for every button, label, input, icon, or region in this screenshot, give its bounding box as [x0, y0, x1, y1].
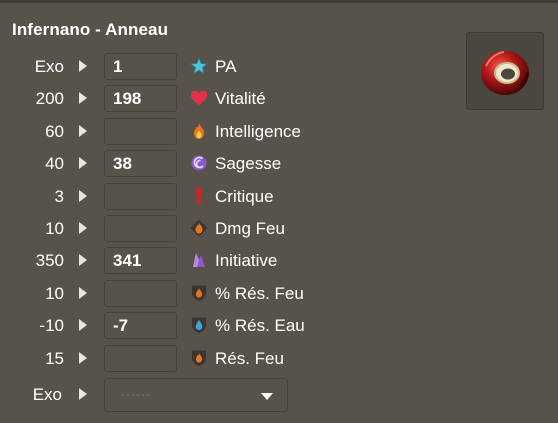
transfer-arrow-button[interactable]: [79, 319, 87, 332]
transfer-arrow-button[interactable]: [79, 157, 87, 170]
top-border: [0, 0, 558, 3]
exo-select[interactable]: ------: [104, 378, 288, 412]
exo-transfer-arrow-button[interactable]: [79, 388, 87, 400]
stat-label: Intelligence: [215, 121, 302, 141]
stat-row-pa: Exo PA: [0, 51, 460, 83]
stat-label: Dmg Feu: [215, 218, 285, 238]
transfer-arrow-button[interactable]: [79, 221, 87, 234]
item-title: Infernano - Anneau: [12, 20, 169, 39]
stat-label: Rés. Feu: [215, 348, 284, 368]
stat-row-intelligence: 60 Intelligence: [0, 116, 460, 148]
stat-base-value: 10: [45, 218, 64, 238]
pa-star-icon: [190, 57, 208, 75]
stat-row-vitality: 200 Vitalité: [0, 83, 460, 115]
stat-row-critical: 3 Critique: [0, 181, 460, 213]
fire-damage-icon: [190, 219, 208, 237]
stat-row-water-resistance-percent: -10 % Rés. Eau: [0, 310, 460, 342]
stats-list: Exo PA 200 Vitalité 60 Intelligence 40: [0, 51, 460, 375]
stat-row-wisdom: 40 Sagesse: [0, 148, 460, 180]
stat-label: Critique: [215, 186, 274, 206]
stat-base-value: 60: [45, 121, 64, 141]
intelligence-flame-icon: [190, 122, 208, 140]
stat-row-fire-resistance-percent: 10 % Rés. Feu: [0, 278, 460, 310]
fire-resistance-percent-icon: [190, 284, 208, 302]
exo-select-placeholder: ------: [121, 387, 151, 401]
stat-base-value: 15: [45, 348, 64, 368]
stat-base-value: 40: [45, 154, 64, 174]
transfer-arrow-button[interactable]: [79, 286, 87, 299]
transfer-arrow-button[interactable]: [79, 92, 87, 105]
vitality-heart-icon: [190, 89, 208, 107]
initiative-icon: [190, 251, 208, 269]
critical-exclamation-icon: [190, 187, 208, 205]
stat-base-value: 3: [54, 186, 64, 206]
stat-label: % Rés. Eau: [215, 316, 305, 336]
transfer-arrow-button[interactable]: [79, 60, 87, 72]
stat-base-value: 200: [35, 89, 64, 109]
stat-value-input[interactable]: [104, 85, 177, 113]
stat-label: Initiative: [215, 251, 278, 271]
stat-row-fire-damage: 10 Dmg Feu: [0, 213, 460, 245]
stat-base-value: Exo: [34, 57, 64, 76]
stat-value-input[interactable]: [104, 247, 177, 275]
transfer-arrow-button[interactable]: [79, 189, 87, 202]
stat-value-input[interactable]: [104, 182, 177, 210]
chevron-down-icon: [261, 393, 273, 400]
stat-label: Vitalité: [215, 89, 266, 109]
wisdom-swirl-icon: [190, 154, 208, 172]
item-image-frame: [466, 32, 544, 110]
stat-base-value: 350: [35, 251, 64, 271]
stat-value-input[interactable]: [104, 214, 177, 242]
stat-row-fire-resistance: 15 Rés. Feu: [0, 343, 460, 375]
stat-value-input[interactable]: [104, 53, 177, 80]
stat-value-input[interactable]: [104, 150, 177, 178]
ring-item-icon: [481, 51, 530, 95]
stat-base-value: 10: [45, 283, 64, 303]
exo-label: Exo: [32, 385, 62, 404]
transfer-arrow-button[interactable]: [79, 124, 87, 137]
stat-value-input[interactable]: [104, 117, 177, 145]
stat-base-value: -10: [39, 316, 64, 336]
water-resistance-percent-icon: [190, 316, 208, 334]
stat-value-input[interactable]: [104, 279, 177, 307]
transfer-arrow-button[interactable]: [79, 254, 87, 267]
stat-label: PA: [215, 57, 237, 76]
stat-row-initiative: 350 Initiative: [0, 245, 460, 277]
stat-label: % Rés. Feu: [215, 283, 304, 303]
transfer-arrow-button[interactable]: [79, 351, 87, 364]
stat-value-input[interactable]: [104, 312, 177, 340]
stat-value-input[interactable]: [104, 344, 177, 372]
fire-resistance-icon: [190, 349, 208, 367]
stat-label: Sagesse: [215, 154, 282, 174]
